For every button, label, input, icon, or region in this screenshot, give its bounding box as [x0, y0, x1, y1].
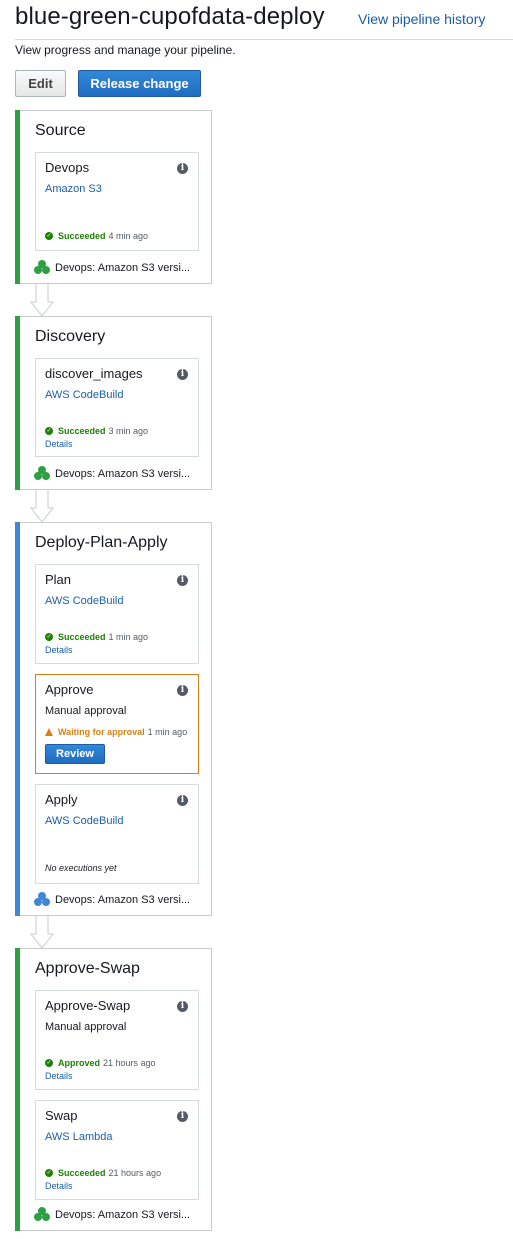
action-status: ✓ Succeeded 21 hours ago — [45, 1168, 161, 1178]
status-label: Succeeded — [58, 632, 106, 642]
view-pipeline-history-link[interactable]: View pipeline history — [358, 11, 485, 27]
action-card-approve-swap: Approve-Swap i Manual approval ✓ Approve… — [35, 990, 199, 1090]
stage-approve-swap: Approve-Swap Approve-Swap i Manual appro… — [15, 948, 212, 1231]
action-provider: Manual approval — [45, 705, 127, 717]
review-button[interactable]: Review — [45, 744, 105, 764]
stage-status-bar — [15, 110, 20, 284]
details-link[interactable]: Details — [45, 645, 73, 655]
stage-source: Source Devops i Amazon S3 ✓ Succeeded 4 … — [15, 110, 212, 284]
artifact-label: Devops: Amazon S3 versi... — [55, 261, 191, 274]
action-card-discover-images: discover_images i AWS CodeBuild ✓ Succee… — [35, 358, 199, 457]
no-executions-note: No executions yet — [45, 863, 117, 873]
source-artifact[interactable]: Devops: Amazon S3 versi... — [34, 466, 190, 481]
action-name: discover_images — [45, 366, 143, 381]
page-subtitle: View progress and manage your pipeline. — [15, 43, 236, 57]
status-label: Succeeded — [58, 426, 106, 436]
status-label: Succeeded — [58, 231, 106, 241]
action-card-approve: Approve i Manual approval Waiting for ap… — [35, 674, 199, 774]
artifact-label: Devops: Amazon S3 versi... — [55, 467, 191, 480]
status-label: Approved — [58, 1058, 101, 1068]
action-provider: Manual approval — [45, 1021, 127, 1033]
stage-discovery: Discovery discover_images i AWS CodeBuil… — [15, 316, 212, 490]
transition-arrow[interactable] — [30, 490, 54, 523]
success-check-icon: ✓ — [45, 633, 53, 641]
details-link[interactable]: Details — [45, 1071, 73, 1081]
stage-title: Approve-Swap — [35, 960, 140, 977]
status-label: Waiting for approval — [58, 727, 145, 737]
action-name: Approve — [45, 682, 94, 697]
stage-deploy-plan-apply: Deploy-Plan-Apply Plan i AWS CodeBuild ✓… — [15, 522, 212, 916]
info-icon[interactable]: i — [177, 685, 188, 696]
stage-status-bar — [15, 522, 20, 916]
source-artifact[interactable]: Devops: Amazon S3 versi... — [34, 260, 190, 275]
transition-arrow[interactable] — [30, 284, 54, 317]
details-link[interactable]: Details — [45, 439, 73, 449]
action-status: ✓ Approved 21 hours ago — [45, 1058, 156, 1068]
commit-icon — [34, 1207, 51, 1222]
action-card-plan: Plan i AWS CodeBuild ✓ Succeeded 1 min a… — [35, 564, 199, 664]
commit-icon — [34, 260, 51, 275]
transition-arrow[interactable] — [30, 916, 54, 949]
page-header: blue-green-cupofdata-deploy View pipelin… — [15, 0, 513, 40]
status-label: Succeeded — [58, 1168, 106, 1178]
stage-status-bar — [15, 948, 20, 1231]
status-time: 21 hours ago — [103, 1058, 156, 1068]
info-icon[interactable]: i — [177, 575, 188, 586]
action-provider-link[interactable]: AWS CodeBuild — [45, 815, 123, 827]
action-status: ✓ Succeeded 4 min ago — [45, 231, 148, 241]
status-time: 1 min ago — [108, 632, 149, 642]
release-change-button[interactable]: Release change — [78, 70, 201, 97]
info-icon[interactable]: i — [177, 1001, 188, 1012]
info-icon[interactable]: i — [177, 1111, 188, 1122]
stage-title: Discovery — [35, 328, 106, 345]
artifact-label: Devops: Amazon S3 versi... — [55, 1208, 191, 1221]
info-icon[interactable]: i — [177, 795, 188, 806]
action-name: Devops — [45, 160, 90, 175]
action-name: Swap — [45, 1108, 78, 1123]
commit-icon — [34, 892, 51, 907]
stage-title: Deploy-Plan-Apply — [35, 534, 168, 551]
pipeline-title: blue-green-cupofdata-deploy — [15, 3, 325, 30]
action-status: ✓ Succeeded 1 min ago — [45, 632, 148, 642]
action-card-swap: Swap i AWS Lambda ✓ Succeeded 21 hours a… — [35, 1100, 199, 1200]
status-time: 21 hours ago — [108, 1168, 162, 1178]
stage-status-bar — [15, 316, 20, 490]
source-artifact[interactable]: Devops: Amazon S3 versi... — [34, 892, 190, 907]
action-status: Waiting for approval 1 min ago — [45, 727, 187, 737]
action-name: Approve-Swap — [45, 998, 131, 1013]
info-icon[interactable]: i — [177, 163, 188, 174]
action-provider-link[interactable]: Amazon S3 — [45, 183, 102, 195]
success-check-icon: ✓ — [45, 1059, 53, 1067]
success-check-icon: ✓ — [45, 1169, 53, 1177]
status-time: 3 min ago — [108, 426, 149, 436]
action-provider-link[interactable]: AWS CodeBuild — [45, 595, 123, 607]
source-artifact[interactable]: Devops: Amazon S3 versi... — [34, 1207, 190, 1222]
action-status: ✓ Succeeded 3 min ago — [45, 426, 148, 436]
action-provider-link[interactable]: AWS CodeBuild — [45, 389, 123, 401]
action-name: Plan — [45, 572, 72, 587]
warning-icon — [45, 728, 53, 736]
status-time: 4 min ago — [108, 231, 149, 241]
status-time: 1 min ago — [147, 727, 188, 737]
details-link[interactable]: Details — [45, 1181, 73, 1191]
success-check-icon: ✓ — [45, 232, 53, 240]
edit-button[interactable]: Edit — [15, 70, 66, 97]
action-name: Apply — [45, 792, 78, 807]
artifact-label: Devops: Amazon S3 versi... — [55, 893, 191, 906]
action-card-devops: Devops i Amazon S3 ✓ Succeeded 4 min ago — [35, 152, 199, 251]
action-provider-link[interactable]: AWS Lambda — [45, 1131, 112, 1143]
commit-icon — [34, 466, 51, 481]
info-icon[interactable]: i — [177, 369, 188, 380]
success-check-icon: ✓ — [45, 427, 53, 435]
action-card-apply: Apply i AWS CodeBuild No executions yet — [35, 784, 199, 884]
stage-title: Source — [35, 122, 86, 139]
